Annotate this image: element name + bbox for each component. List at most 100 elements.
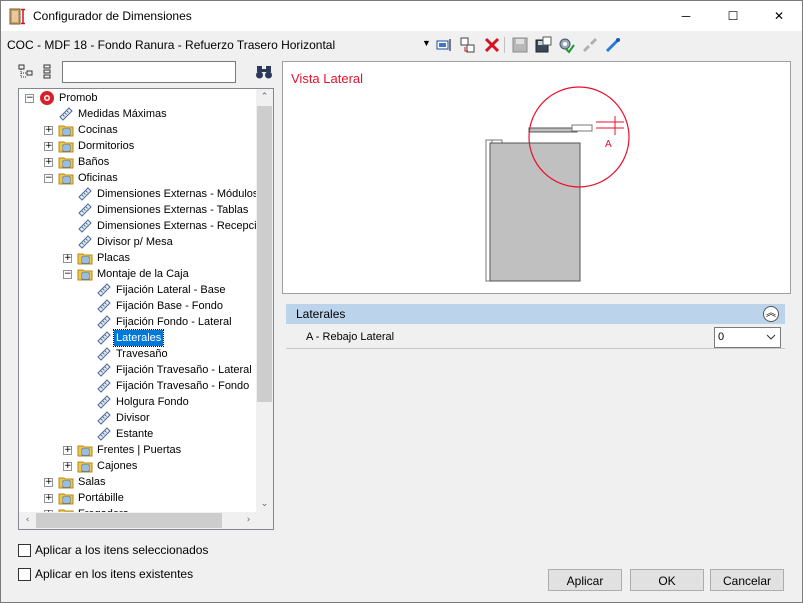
tree-item[interactable]: Holgura Fondo bbox=[19, 394, 257, 410]
tree-item[interactable]: Dimensiones Externas - Recepción bbox=[19, 218, 257, 234]
tree-search-input[interactable] bbox=[62, 61, 236, 83]
collapse-group-icon[interactable]: ︽ bbox=[763, 306, 779, 322]
maximize-icon: ☐ bbox=[727, 9, 739, 23]
cancel-button[interactable]: Cancelar bbox=[710, 569, 784, 591]
measure-icon bbox=[96, 314, 112, 330]
tree-item-label: Placas bbox=[97, 252, 131, 264]
collapse-icon[interactable]: − bbox=[44, 174, 53, 183]
measure-icon bbox=[77, 202, 93, 218]
tree-item[interactable]: + Placas bbox=[19, 250, 257, 266]
scroll-left-icon[interactable]: ‹ bbox=[19, 512, 36, 529]
folder-icon bbox=[58, 474, 74, 490]
tree-item[interactable]: Travesaño bbox=[19, 346, 257, 362]
tree-horizontal-scrollbar[interactable]: ‹ › bbox=[19, 512, 257, 529]
measure-icon bbox=[96, 298, 112, 314]
tree-item[interactable]: Estante bbox=[19, 426, 257, 442]
settings-icon[interactable] bbox=[557, 36, 575, 54]
expand-icon[interactable]: + bbox=[44, 478, 53, 487]
tree-item[interactable]: Divisor bbox=[19, 410, 257, 426]
connect-icon[interactable] bbox=[604, 36, 622, 54]
lateral-panel bbox=[489, 142, 581, 282]
scroll-corner bbox=[256, 512, 273, 529]
move-icon[interactable] bbox=[459, 36, 477, 54]
window-title: Configurador de Dimensiones bbox=[33, 9, 192, 23]
marker-label: A bbox=[605, 139, 612, 150]
rabbet-detail bbox=[571, 124, 593, 132]
scroll-down-icon[interactable]: ⌄ bbox=[256, 496, 273, 513]
expand-icon[interactable]: + bbox=[63, 446, 72, 455]
expand-icon[interactable]: + bbox=[44, 158, 53, 167]
properties-group-header[interactable]: Laterales ︽ bbox=[286, 304, 785, 324]
ok-button[interactable]: OK bbox=[630, 569, 704, 591]
apply-existing-checkbox[interactable] bbox=[18, 568, 31, 581]
tree-item[interactable]: Divisor p/ Mesa bbox=[19, 234, 257, 250]
expand-icon[interactable]: + bbox=[63, 462, 72, 471]
tree-item-label: Baños bbox=[78, 156, 110, 168]
tree-item[interactable]: + Dormitorios bbox=[19, 138, 257, 154]
tree-item[interactable]: Fijación Lateral - Base bbox=[19, 282, 257, 298]
maximize-button[interactable]: ☐ bbox=[710, 1, 756, 31]
expand-icon[interactable]: + bbox=[63, 254, 72, 263]
tree-item[interactable]: − Promob bbox=[19, 90, 257, 106]
property-value: 0 bbox=[718, 331, 725, 343]
tree-item[interactable]: Fijación Base - Fondo bbox=[19, 298, 257, 314]
insert-icon[interactable] bbox=[435, 36, 453, 54]
measure-icon bbox=[96, 362, 112, 378]
minimize-button[interactable]: ─ bbox=[663, 1, 709, 31]
delete-icon[interactable] bbox=[483, 36, 501, 54]
collapse-icon[interactable]: − bbox=[25, 94, 34, 103]
property-value-select[interactable]: 0 bbox=[714, 327, 781, 348]
configuration-combo[interactable]: COC - MDF 18 - Fondo Ranura - Refuerzo T… bbox=[7, 38, 335, 52]
tree-item[interactable]: Medidas Máximas bbox=[19, 106, 257, 122]
tree-item[interactable]: Dimensiones Externas - Tablas bbox=[19, 202, 257, 218]
save-icon[interactable] bbox=[511, 36, 529, 54]
apply-button[interactable]: Aplicar bbox=[548, 569, 622, 591]
expand-icon[interactable]: + bbox=[44, 494, 53, 503]
tree-item[interactable]: Fijación Travesaño - Fondo bbox=[19, 378, 257, 394]
vertical-scroll-thumb[interactable] bbox=[257, 106, 272, 402]
measure-icon bbox=[96, 378, 112, 394]
tree-item-label: Promob bbox=[59, 92, 98, 104]
close-button[interactable]: ✕ bbox=[756, 1, 802, 31]
tree-item-label: Cocinas bbox=[78, 124, 118, 136]
tree-item[interactable]: + Cajones bbox=[19, 458, 257, 474]
expand-icon[interactable]: + bbox=[44, 142, 53, 151]
tree-item-label: Dimensiones Externas - Tablas bbox=[97, 204, 249, 216]
horizontal-scroll-thumb[interactable] bbox=[36, 513, 222, 528]
tree-view[interactable]: − Promob Medidas Máximas + Cocinas + Dormitori… bbox=[18, 88, 274, 530]
property-label: A - Rebajo Lateral bbox=[306, 331, 395, 343]
tree-vertical-scrollbar[interactable]: ⌃ ⌄ bbox=[256, 89, 273, 513]
folder-icon bbox=[77, 442, 93, 458]
apply-selected-checkbox[interactable] bbox=[18, 544, 31, 557]
tree-item[interactable]: Dimensiones Externas - Módulos bbox=[19, 186, 257, 202]
tree-item[interactable]: Fijación Travesaño - Lateral bbox=[19, 362, 257, 378]
collapse-tree-icon[interactable] bbox=[18, 64, 34, 80]
scroll-up-icon[interactable]: ⌃ bbox=[256, 89, 273, 106]
tree-item-label: Fijación Base - Fondo bbox=[116, 300, 223, 312]
find-binoculars-icon[interactable] bbox=[255, 64, 273, 80]
apply-selected-label: Aplicar a los itens seleccionados bbox=[35, 543, 209, 557]
scroll-right-icon[interactable]: › bbox=[240, 512, 257, 529]
tree-item-label: Fijación Lateral - Base bbox=[116, 284, 226, 296]
tree-item[interactable]: + Baños bbox=[19, 154, 257, 170]
save-as-icon[interactable] bbox=[534, 36, 552, 54]
tree-content: − Promob Medidas Máximas + Cocinas + Dormitori… bbox=[19, 89, 257, 513]
tree-item[interactable]: Laterales bbox=[19, 329, 257, 347]
measure-icon bbox=[96, 426, 112, 442]
expand-tree-icon[interactable] bbox=[40, 64, 56, 80]
disconnect-icon[interactable] bbox=[581, 36, 599, 54]
expand-icon[interactable]: + bbox=[44, 126, 53, 135]
tree-item[interactable]: + Frentes | Puertas bbox=[19, 442, 257, 458]
tree-item-label: Portábille bbox=[78, 492, 124, 504]
tree-item[interactable]: + Portábille bbox=[19, 490, 257, 506]
tree-item[interactable]: − Montaje de la Caja bbox=[19, 266, 257, 282]
combo-dropdown-icon[interactable]: ▼ bbox=[422, 38, 431, 48]
tree-item[interactable]: − Oficinas bbox=[19, 170, 257, 186]
tree-item[interactable]: + Cocinas bbox=[19, 122, 257, 138]
tree-item[interactable]: + Salas bbox=[19, 474, 257, 490]
tree-item[interactable]: Fijación Fondo - Lateral bbox=[19, 314, 257, 330]
collapse-icon[interactable]: − bbox=[63, 270, 72, 279]
measure-icon bbox=[96, 346, 112, 362]
close-icon: ✕ bbox=[773, 9, 785, 23]
measure-icon bbox=[77, 234, 93, 250]
